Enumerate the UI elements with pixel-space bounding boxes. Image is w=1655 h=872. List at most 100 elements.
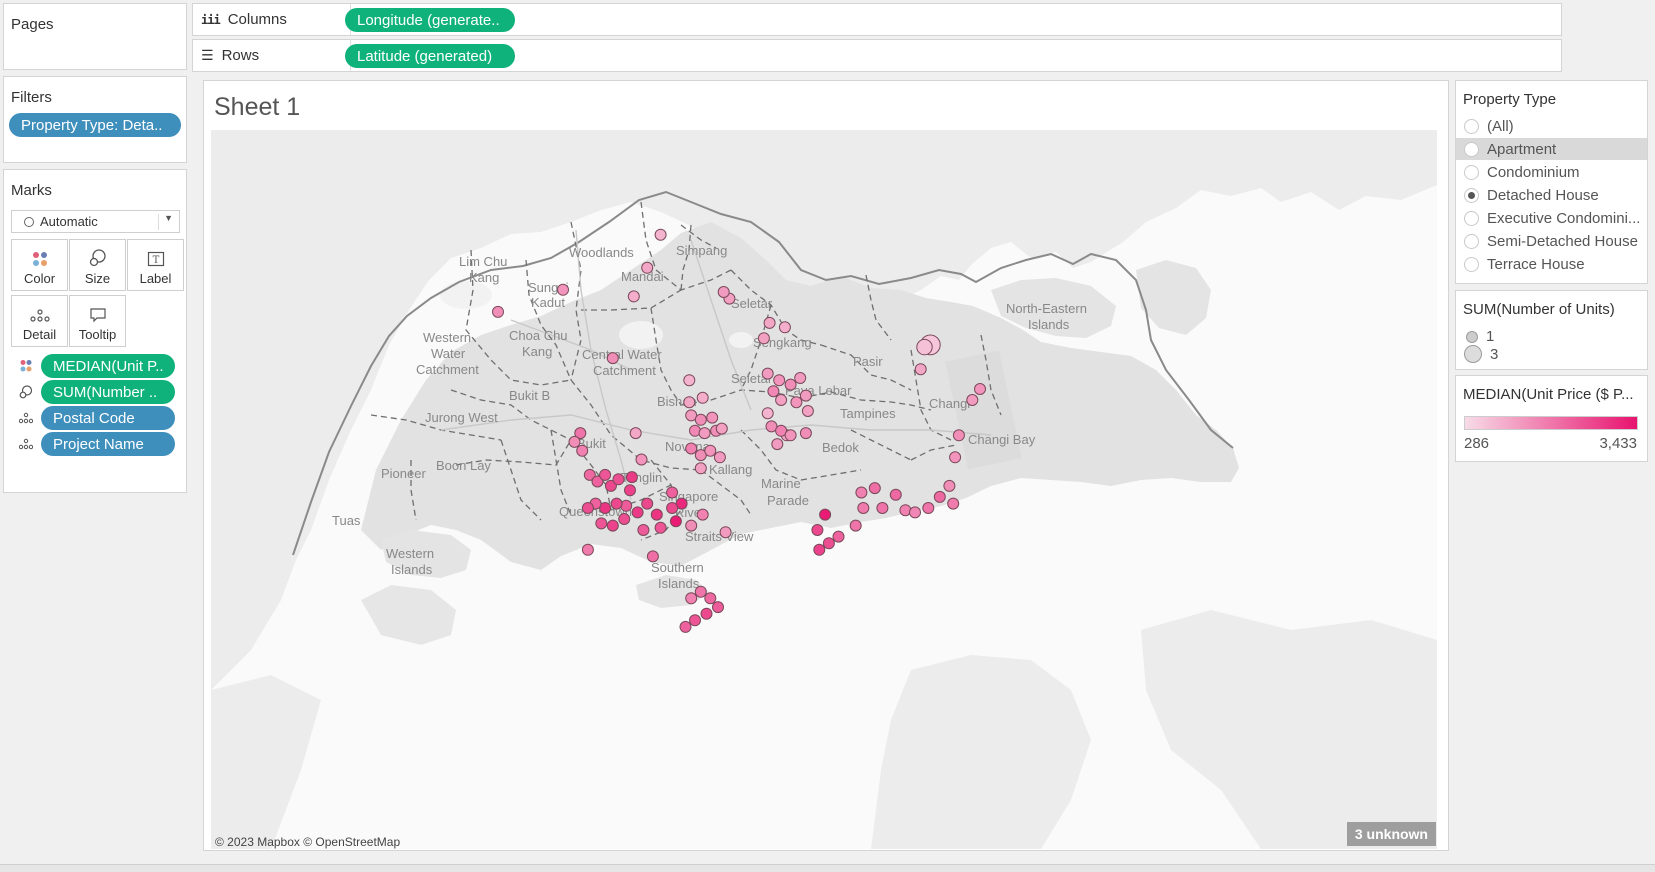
price-mark[interactable] <box>876 502 889 514</box>
radio-icon[interactable] <box>1464 164 1479 180</box>
price-mark[interactable] <box>700 607 713 620</box>
price-mark[interactable] <box>654 228 667 241</box>
property-type-option[interactable]: Terrace House <box>1456 253 1647 275</box>
price-mark[interactable] <box>637 524 650 536</box>
price-mark[interactable] <box>568 435 581 448</box>
mark-field-row[interactable]: Project Name <box>19 432 184 456</box>
price-mark[interactable] <box>933 490 946 503</box>
price-mark[interactable] <box>790 396 803 409</box>
price-mark[interactable] <box>947 497 960 510</box>
price-mark[interactable] <box>966 394 979 406</box>
price-mark[interactable] <box>771 438 784 451</box>
price-mark[interactable] <box>794 372 807 384</box>
price-mark[interactable] <box>492 305 504 318</box>
price-mark[interactable] <box>631 506 644 519</box>
price-mark[interactable] <box>832 530 845 543</box>
mark-field-row[interactable]: SUM(Number .. <box>19 380 184 404</box>
price-mark[interactable] <box>775 394 788 406</box>
mark-field-row[interactable]: MEDIAN(Unit P.. <box>19 354 184 378</box>
property-type-option[interactable]: Executive Condomini... <box>1456 207 1647 229</box>
columns-shelf[interactable]: iii Columns Longitude (generate.. <box>192 3 1562 36</box>
price-mark[interactable] <box>922 502 935 514</box>
radio-icon[interactable] <box>1464 118 1479 134</box>
price-mark[interactable] <box>679 620 692 633</box>
price-mark[interactable] <box>683 374 696 387</box>
price-mark[interactable] <box>889 488 902 501</box>
price-mark[interactable] <box>629 427 642 440</box>
mark-field-row[interactable]: Postal Code <box>19 406 184 430</box>
property-type-option[interactable]: Apartment <box>1456 138 1647 160</box>
price-mark[interactable] <box>698 427 711 440</box>
price-mark[interactable] <box>646 550 659 563</box>
map-attribution[interactable]: © 2023 Mapbox © OpenStreetMap <box>215 835 400 849</box>
radio-icon[interactable] <box>1464 233 1479 249</box>
price-mark[interactable] <box>576 444 589 457</box>
price-mark[interactable] <box>696 391 709 404</box>
price-mark[interactable] <box>694 585 707 598</box>
price-mark[interactable] <box>712 601 724 614</box>
longitude-pill[interactable]: Longitude (generate.. <box>345 8 515 32</box>
price-mark[interactable] <box>909 506 921 519</box>
color-ramp[interactable] <box>1464 416 1638 430</box>
property-type-option[interactable]: Semi-Detached House <box>1456 230 1647 252</box>
price-mark[interactable] <box>694 462 707 475</box>
price-mark[interactable] <box>625 471 638 484</box>
price-mark[interactable] <box>595 517 608 530</box>
price-mark[interactable] <box>799 427 812 440</box>
size-legend-item[interactable]: 3 <box>1464 345 1498 363</box>
sheet-tab-strip[interactable] <box>0 864 1655 872</box>
radio-icon[interactable] <box>1464 256 1479 272</box>
radio-icon[interactable] <box>1464 141 1479 157</box>
price-mark[interactable] <box>641 261 654 274</box>
property-type-option[interactable]: (All) <box>1456 115 1647 137</box>
price-mark[interactable] <box>943 479 956 492</box>
price-mark[interactable] <box>952 429 965 442</box>
price-mark[interactable] <box>650 508 663 521</box>
radio-icon[interactable] <box>1464 187 1479 203</box>
price-mark[interactable] <box>784 378 797 391</box>
price-mark[interactable] <box>706 411 719 424</box>
price-mark[interactable] <box>654 521 667 534</box>
price-mark[interactable] <box>784 429 797 442</box>
size-legend-item[interactable]: 1 <box>1464 328 1494 345</box>
tooltip-button[interactable]: Tooltip <box>69 295 126 347</box>
price-mark[interactable] <box>666 502 679 514</box>
price-mark[interactable] <box>599 468 612 481</box>
price-mark[interactable] <box>799 389 812 402</box>
price-mark[interactable] <box>813 543 826 556</box>
price-mark[interactable] <box>689 614 701 627</box>
price-mark[interactable] <box>704 444 717 457</box>
filters-card[interactable]: Filters Property Type: Deta.. <box>3 76 187 163</box>
property-type-option[interactable]: Detached House <box>1456 184 1647 206</box>
price-mark[interactable] <box>627 290 640 303</box>
mark-type-dropdown[interactable]: Automatic ▼ <box>11 210 180 233</box>
price-mark[interactable] <box>641 497 654 510</box>
price-mark[interactable] <box>757 332 770 345</box>
price-mark[interactable] <box>557 283 569 296</box>
price-mark[interactable] <box>761 367 774 380</box>
price-mark[interactable] <box>868 482 881 495</box>
price-mark[interactable] <box>685 592 698 605</box>
unknown-badge[interactable]: 3 unknown <box>1346 822 1436 846</box>
size-button[interactable]: Size <box>69 239 126 291</box>
price-mark[interactable] <box>767 385 780 398</box>
price-mark[interactable] <box>717 286 730 298</box>
price-mark[interactable] <box>581 502 594 514</box>
price-mark[interactable] <box>704 592 717 605</box>
postal-code-pill[interactable]: Postal Code <box>41 406 175 430</box>
rows-shelf[interactable]: ☰ Rows Latitude (generated) <box>192 39 1562 72</box>
marks-card[interactable]: Marks Automatic ▼ Color Size T Label Det… <box>3 169 187 493</box>
price-mark[interactable] <box>715 422 728 435</box>
radio-icon[interactable] <box>1464 210 1479 226</box>
price-mark[interactable] <box>801 405 814 417</box>
price-mark[interactable] <box>610 497 623 510</box>
project-name-pill[interactable]: Project Name <box>41 432 175 456</box>
price-mark[interactable] <box>857 502 870 514</box>
price-mark[interactable] <box>696 508 709 521</box>
price-mark[interactable] <box>761 407 774 420</box>
property-type-filter-pill[interactable]: Property Type: Deta.. <box>9 113 181 137</box>
price-mark[interactable] <box>822 537 835 550</box>
latitude-pill[interactable]: Latitude (generated) <box>345 44 515 68</box>
price-mark[interactable] <box>635 453 648 466</box>
label-button[interactable]: T Label <box>127 239 184 291</box>
